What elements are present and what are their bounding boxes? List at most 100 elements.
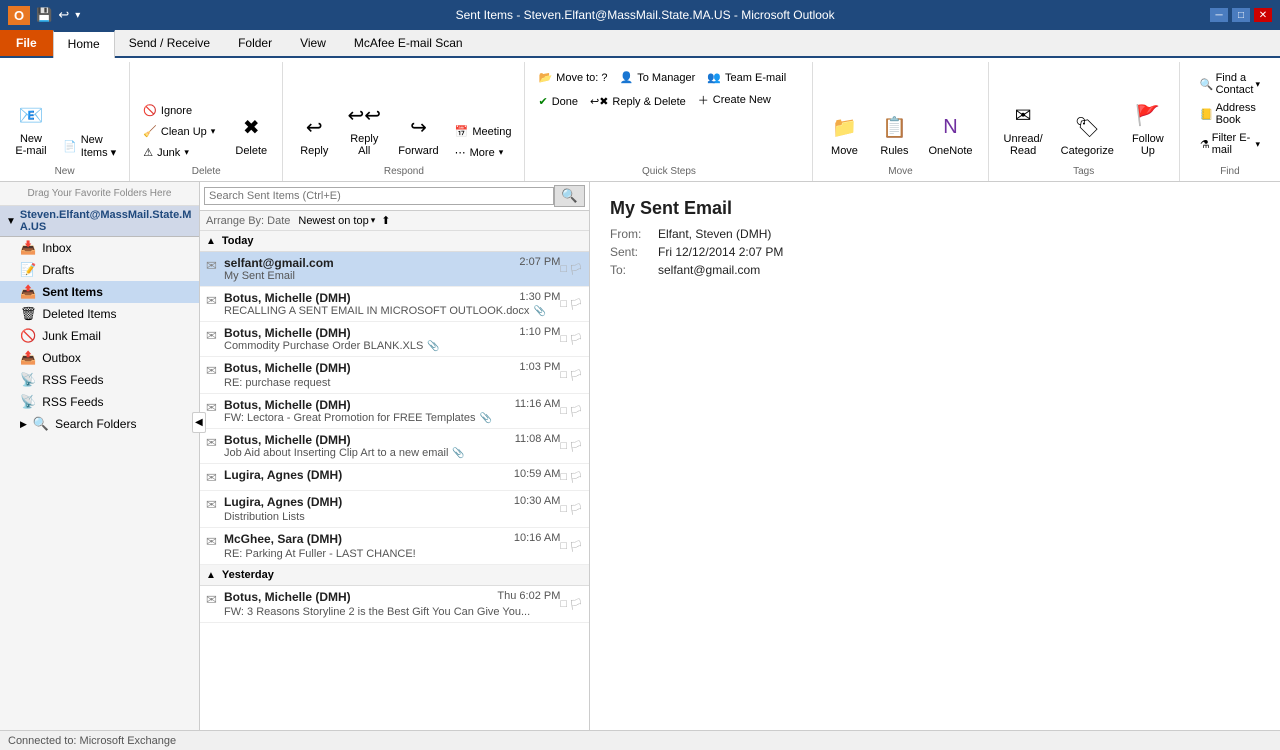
nav-item-outbox[interactable]: 📤 Outbox <box>0 347 199 369</box>
filter-email-button[interactable]: ⚗ Filter E-mail ▾ <box>1196 130 1264 158</box>
meeting-icon: 📅 <box>455 125 469 138</box>
nav-account[interactable]: ▼ Steven.Elfant@MassMail.State.MA.US <box>0 206 199 237</box>
delete-flag-3: 🏳 <box>569 333 583 346</box>
reply-delete-label: Reply & Delete <box>612 96 685 108</box>
email-title: My Sent Email <box>610 198 1260 219</box>
tab-view[interactable]: View <box>286 30 340 56</box>
title-bar: O 💾 ↩ ▾ Sent Items - Steven.Elfant@MassM… <box>0 0 1280 30</box>
categorize-button[interactable]: 🏷 Categorize <box>1054 106 1121 162</box>
rss1-icon: 📡 <box>20 372 36 388</box>
nav-item-junk[interactable]: 🚫 Junk Email <box>0 325 199 347</box>
minimize-button[interactable]: ─ <box>1210 8 1228 22</box>
reply-delete-button[interactable]: ↩✖ Reply & Delete <box>585 92 691 111</box>
moveto-button[interactable]: 📂 Move to: ? <box>533 68 612 87</box>
to-value: selfant@gmail.com <box>658 263 760 277</box>
delete-group-label: Delete <box>138 162 274 177</box>
email-item-5[interactable]: ✉ Botus, Michelle (DMH) 11:16 AM FW: Lec… <box>200 394 589 429</box>
email-item-9[interactable]: ✉ McGhee, Sara (DMH) 10:16 AM RE: Parkin… <box>200 528 589 565</box>
delete-flag-2: 🏳 <box>569 298 583 311</box>
reply-all-icon: ↩↩ <box>348 99 380 131</box>
unread-read-button[interactable]: ✉ Unread/Read <box>997 94 1050 162</box>
onenote-button[interactable]: N OneNote <box>921 106 979 162</box>
close-button[interactable]: ✕ <box>1254 8 1272 22</box>
email-item-1[interactable]: ✉ selfant@gmail.com 2:07 PM My Sent Emai… <box>200 252 589 287</box>
email-1-time: 2:07 PM <box>519 256 560 270</box>
rules-button[interactable]: 📋 Rules <box>871 106 917 162</box>
reply-button[interactable]: ↩ Reply <box>291 106 337 162</box>
email-2-actions: □ 🏳 <box>560 291 583 317</box>
search-button[interactable]: 🔍 <box>554 185 585 207</box>
email-4-content: Botus, Michelle (DMH) 1:03 PM RE: purcha… <box>224 361 560 389</box>
meeting-button[interactable]: 📅 Meeting <box>450 122 517 141</box>
followup-button[interactable]: 🚩 FollowUp <box>1125 94 1171 162</box>
nav-item-inbox[interactable]: 📥 Inbox <box>0 237 199 259</box>
today-group-arrow[interactable]: ▲ <box>206 236 216 247</box>
nav-item-deleted[interactable]: 🗑 Deleted Items <box>0 303 199 325</box>
create-new-icon: ＋ <box>698 92 709 108</box>
tomanager-button[interactable]: 👤 To Manager <box>615 68 701 87</box>
email-item-10[interactable]: ✉ Botus, Michelle (DMH) Thu 6:02 PM FW: … <box>200 586 589 623</box>
email-9-subject: RE: Parking At Fuller - LAST CHANCE! <box>224 548 416 560</box>
email-item-4[interactable]: ✉ Botus, Michelle (DMH) 1:03 PM RE: purc… <box>200 357 589 394</box>
delete-flag-9: 🏳 <box>569 540 583 553</box>
yesterday-group-arrow[interactable]: ▲ <box>206 570 216 581</box>
move-button[interactable]: 📁 Move <box>821 106 867 162</box>
forward-button[interactable]: ↪ Forward <box>391 106 445 162</box>
search-input[interactable] <box>204 187 554 205</box>
new-items-button[interactable]: 📄 NewItems ▾ <box>58 131 121 162</box>
meeting-label: Meeting <box>472 126 511 138</box>
inbox-label: Inbox <box>42 241 191 255</box>
delete-button[interactable]: ✖ Delete <box>228 106 274 162</box>
nav-item-search[interactable]: ▶ 🔍 Search Folders <box>0 413 199 435</box>
sort-dropdown[interactable]: Newest on top ▾ ⬆ <box>298 214 583 227</box>
new-group-label: New <box>8 162 121 177</box>
maximize-button[interactable]: □ <box>1232 8 1250 22</box>
tab-file[interactable]: File <box>0 30 53 56</box>
nav-collapse-button[interactable]: ◀ <box>192 412 206 433</box>
email-6-actions: □ 🏳 <box>560 433 583 459</box>
email-item-7[interactable]: ✉ Lugira, Agnes (DMH) 10:59 AM □ 🏳 <box>200 464 589 491</box>
address-book-button[interactable]: 📒 Address Book <box>1196 100 1264 128</box>
junk-label: Junk <box>157 147 180 159</box>
email-item-2[interactable]: ✉ Botus, Michelle (DMH) 1:30 PM RECALLIN… <box>200 287 589 322</box>
tab-home[interactable]: Home <box>53 30 115 58</box>
quick-save[interactable]: 💾 <box>36 7 52 23</box>
find-contact-button[interactable]: 🔍 Find a Contact ▾ <box>1196 70 1264 98</box>
cleanup-button[interactable]: 🧹 Clean Up ▾ <box>138 122 220 141</box>
ignore-button[interactable]: 🚫 Ignore <box>138 101 220 120</box>
flag-icon-1: □ <box>560 263 567 275</box>
more-label: More <box>470 147 495 159</box>
tab-mcafee[interactable]: McAfee E-mail Scan <box>340 30 477 56</box>
create-new-button[interactable]: ＋ Create New <box>693 89 776 111</box>
reply-all-button[interactable]: ↩↩ ReplyAll <box>341 94 387 162</box>
rules-icon: 📋 <box>878 111 910 143</box>
navigation-pane: Drag Your Favorite Folders Here ▼ Steven… <box>0 182 200 730</box>
delete-flag-8: 🏳 <box>569 503 583 516</box>
team-email-button[interactable]: 👥 Team E-mail <box>702 68 791 87</box>
email-8-content: Lugira, Agnes (DMH) 10:30 AM Distributio… <box>224 495 560 523</box>
quick-undo[interactable]: ↩ <box>58 7 69 23</box>
junk-button[interactable]: ⚠ Junk ▾ <box>138 143 220 162</box>
more-button[interactable]: ⋯ More ▾ <box>450 143 517 162</box>
email-item-3[interactable]: ✉ Botus, Michelle (DMH) 1:10 PM Commodit… <box>200 322 589 357</box>
done-button[interactable]: ✔ Done <box>533 92 583 111</box>
nav-item-drafts[interactable]: 📝 Drafts <box>0 259 199 281</box>
new-email-button[interactable]: 📧 NewE-mail <box>8 94 54 162</box>
tomanager-label: To Manager <box>637 72 695 84</box>
nav-item-sent[interactable]: 📤 Sent Items <box>0 281 199 303</box>
tab-send-receive[interactable]: Send / Receive <box>115 30 224 56</box>
flag-icon-3: □ <box>560 333 567 345</box>
arrange-bar: Arrange By: Date Newest on top ▾ ⬆ <box>200 211 589 231</box>
team-email-label: Team E-mail <box>725 72 786 84</box>
nav-item-rss1[interactable]: 📡 RSS Feeds <box>0 369 199 391</box>
from-value: Elfant, Steven (DMH) <box>658 227 771 241</box>
nav-item-rss2[interactable]: 📡 RSS Feeds <box>0 391 199 413</box>
filter-email-label: Filter E-mail <box>1212 132 1254 156</box>
tab-folder[interactable]: Folder <box>224 30 286 56</box>
email-item-8[interactable]: ✉ Lugira, Agnes (DMH) 10:30 AM Distribut… <box>200 491 589 528</box>
window-title: Sent Items - Steven.Elfant@MassMail.Stat… <box>80 8 1210 22</box>
email-item-6[interactable]: ✉ Botus, Michelle (DMH) 11:08 AM Job Aid… <box>200 429 589 464</box>
email-8-sender: Lugira, Agnes (DMH) <box>224 495 342 509</box>
outlook-logo: O <box>8 6 30 25</box>
email-3-content: Botus, Michelle (DMH) 1:10 PM Commodity … <box>224 326 560 352</box>
